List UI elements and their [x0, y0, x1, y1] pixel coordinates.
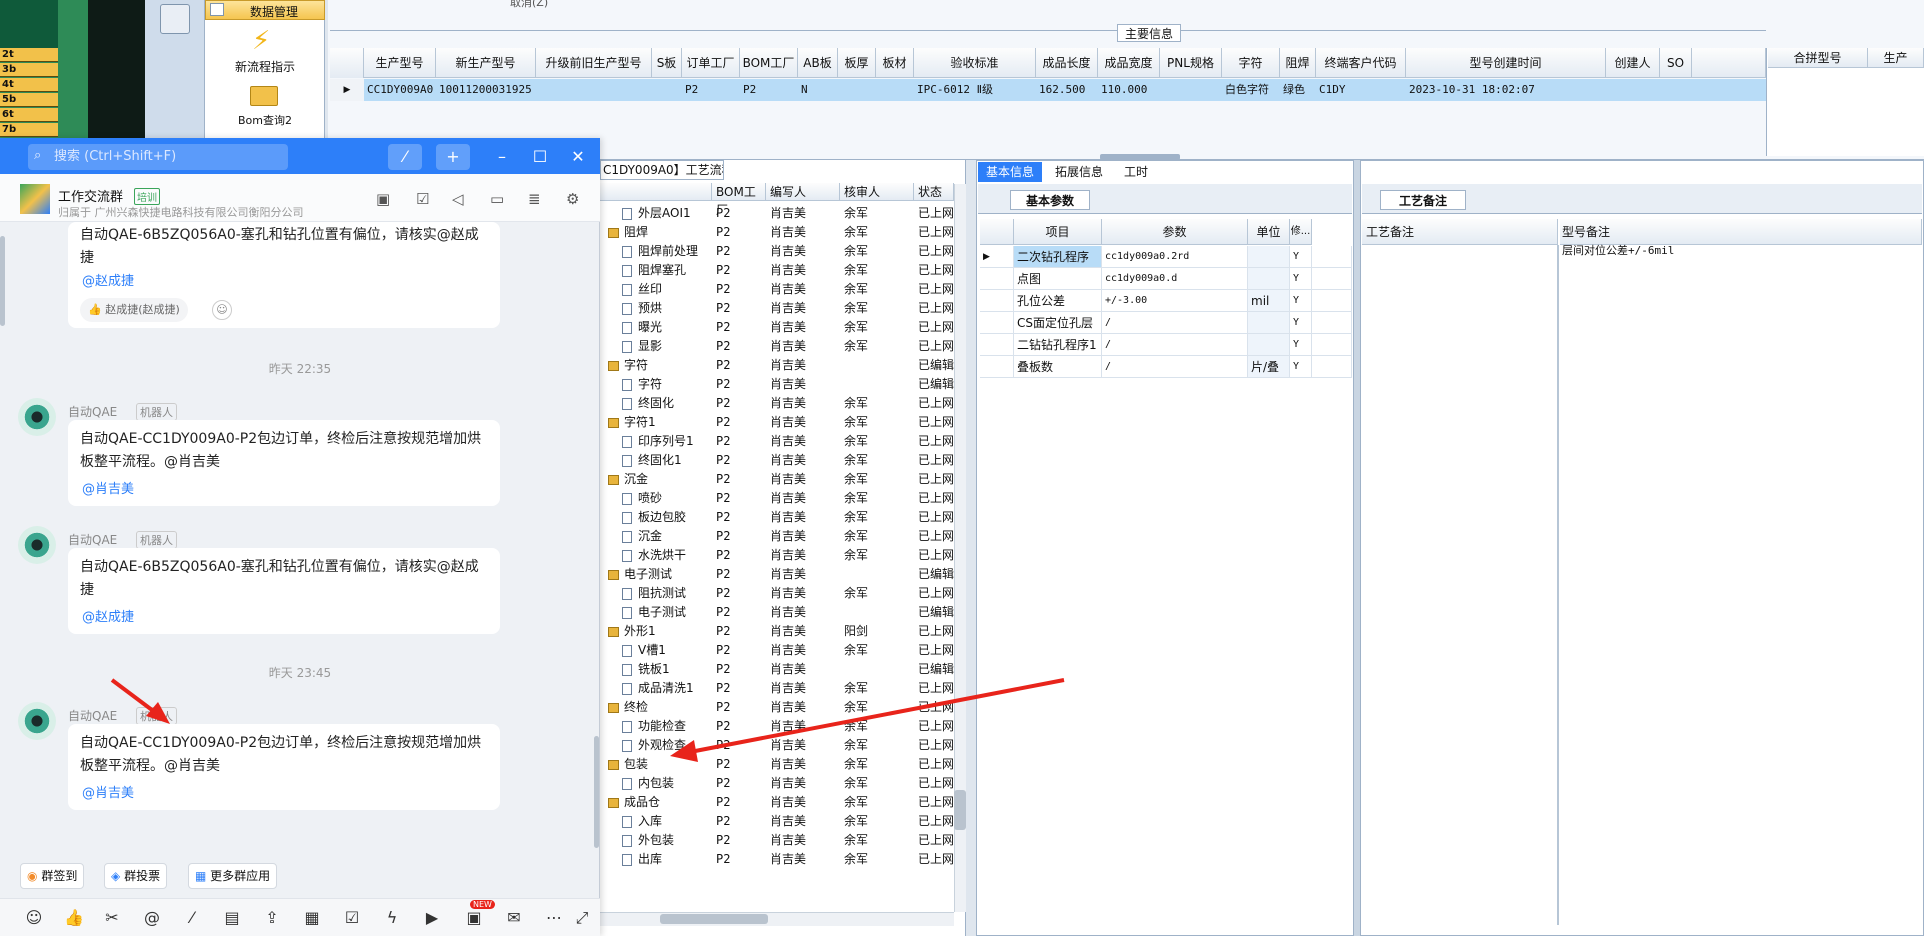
annotation-arrows — [110, 678, 1065, 762]
arrow-process — [689, 678, 1065, 754]
arrow-chat-head — [146, 702, 170, 724]
arrow-process-head — [670, 740, 698, 762]
